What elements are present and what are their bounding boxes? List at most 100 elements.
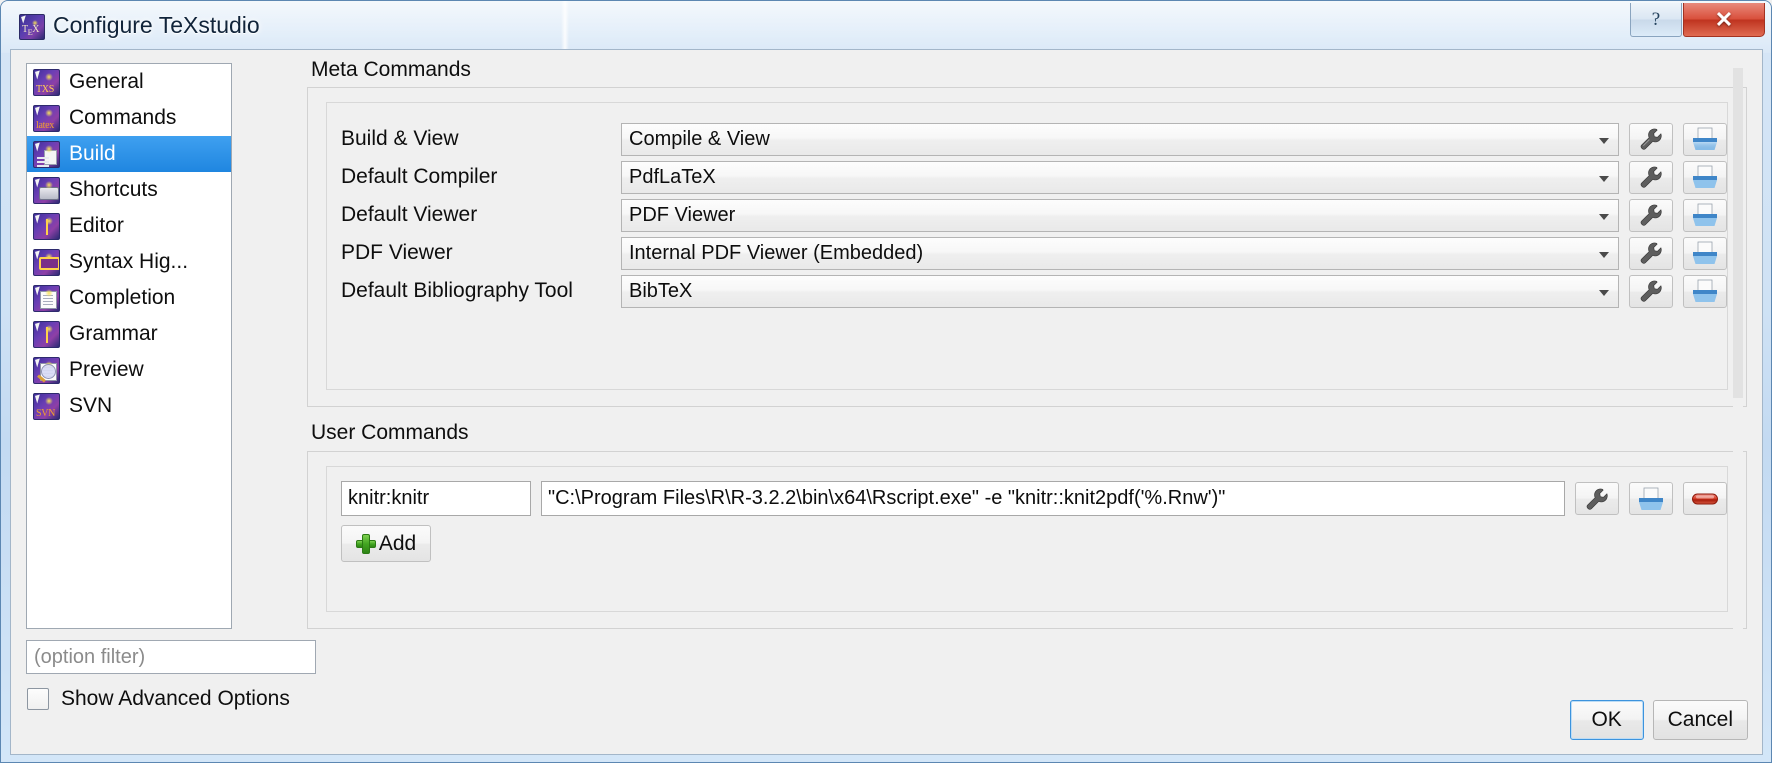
show-advanced-options-checkbox[interactable] <box>27 688 49 710</box>
tex-wordmark: TEX <box>22 24 39 38</box>
sidebar-item-label: Shortcuts <box>69 178 158 201</box>
sidebar-item-syntax-highlighting[interactable]: Syntax Hig... <box>27 244 231 280</box>
archive-icon <box>1693 127 1717 150</box>
user-commands-inner: Add <box>326 466 1728 612</box>
meta-row-pdf-viewer: PDF Viewer Internal PDF Viewer (Embedded… <box>327 234 1727 272</box>
meta-commands-inner: Build & View Compile & View Default Comp… <box>326 102 1728 390</box>
option-filter-input[interactable] <box>26 640 316 674</box>
archive-icon <box>1693 241 1717 264</box>
window-title: Configure TeXstudio <box>53 12 260 38</box>
user-command-remove-button[interactable] <box>1683 482 1727 515</box>
preview-icon <box>33 356 60 384</box>
sidebar-item-preview[interactable]: Preview <box>27 352 231 388</box>
add-button-label: Add <box>378 531 417 555</box>
cancel-button[interactable]: Cancel <box>1652 700 1748 740</box>
sidebar-item-label: Preview <box>69 358 144 381</box>
chevron-down-icon <box>1599 289 1609 296</box>
syntax-highlighting-icon <box>33 248 60 276</box>
sidebar-item-label: General <box>69 70 144 93</box>
completion-icon <box>33 284 60 312</box>
default-viewer-configure-button[interactable] <box>1629 198 1673 232</box>
meta-row-default-viewer: Default Viewer PDF Viewer <box>327 196 1727 234</box>
user-command-command-input[interactable] <box>541 481 1565 516</box>
meta-commands-group: Build & View Compile & View Default Comp… <box>307 87 1747 407</box>
commands-icon-badge: latex <box>36 119 54 131</box>
help-button[interactable]: ? <box>1630 3 1682 37</box>
default-bibliography-tool-archive-button[interactable] <box>1683 274 1727 308</box>
settings-category-list[interactable]: TXS General latex Commands Build Shortcu… <box>26 63 232 629</box>
pdf-viewer-combo[interactable]: Internal PDF Viewer (Embedded) <box>621 236 1619 270</box>
sidebar-item-grammar[interactable]: Grammar <box>27 316 231 352</box>
dialog-footer: OK Cancel <box>1569 700 1748 740</box>
build-and-view-archive-button[interactable] <box>1683 122 1727 156</box>
add-user-command-button[interactable]: Add <box>341 525 431 562</box>
archive-icon <box>1693 203 1717 226</box>
sidebar-item-label: Syntax Hig... <box>69 250 189 273</box>
commands-icon: latex <box>33 104 60 132</box>
pane-scrollbar-thumb[interactable] <box>1733 68 1743 398</box>
meta-label: Build & View <box>341 127 459 150</box>
remove-icon <box>1692 493 1718 504</box>
meta-commands-title: Meta Commands <box>311 58 471 81</box>
sidebar-item-commands[interactable]: latex Commands <box>27 100 231 136</box>
pdf-viewer-archive-button[interactable] <box>1683 236 1727 270</box>
build-and-view-configure-button[interactable] <box>1629 122 1673 156</box>
sidebar-item-build[interactable]: Build <box>27 136 231 172</box>
default-compiler-configure-button[interactable] <box>1629 160 1673 194</box>
titlebar: TEX Configure TeXstudio ? ✕ <box>1 1 1771 53</box>
editor-icon <box>33 212 60 240</box>
sidebar-item-shortcuts[interactable]: Shortcuts <box>27 172 231 208</box>
texstudio-icon: TEX <box>19 14 45 40</box>
default-compiler-archive-button[interactable] <box>1683 160 1727 194</box>
archive-icon <box>1693 165 1717 188</box>
dialog-client-area: TXS General latex Commands Build Shortcu… <box>10 49 1763 755</box>
pdf-viewer-configure-button[interactable] <box>1629 236 1673 270</box>
build-and-view-combo[interactable]: Compile & View <box>621 122 1619 156</box>
sidebar-item-label: Completion <box>69 286 176 309</box>
sidebar-item-label: Commands <box>69 106 177 129</box>
close-button[interactable]: ✕ <box>1683 3 1765 37</box>
general-icon-badge: TXS <box>36 83 54 95</box>
svn-icon: SVN <box>33 392 60 420</box>
pane-scrollbar[interactable] <box>1733 68 1743 716</box>
sidebar-item-general[interactable]: TXS General <box>27 64 231 100</box>
default-viewer-combo[interactable]: PDF Viewer <box>621 198 1619 232</box>
cursor-arrow-shape <box>21 15 28 24</box>
default-viewer-archive-button[interactable] <box>1683 198 1727 232</box>
wrench-icon <box>1640 204 1662 226</box>
meta-row-default-compiler: Default Compiler PdfLaTeX <box>327 158 1727 196</box>
grammar-icon <box>33 320 60 348</box>
show-advanced-options-label: Show Advanced Options <box>61 687 290 710</box>
wrench-icon <box>1640 128 1662 150</box>
chevron-down-icon <box>1599 137 1609 144</box>
settings-pane: Meta Commands Build & View Compile & Vie… <box>307 58 1747 718</box>
meta-label: Default Bibliography Tool <box>341 279 573 302</box>
general-icon: TXS <box>33 68 60 96</box>
meta-label: Default Viewer <box>341 203 478 226</box>
wrench-icon <box>1640 166 1662 188</box>
meta-label: Default Compiler <box>341 165 498 188</box>
show-advanced-options-row[interactable]: Show Advanced Options <box>27 687 290 711</box>
user-command-configure-button[interactable] <box>1575 482 1619 515</box>
sidebar-item-label: Editor <box>69 214 124 237</box>
sidebar-item-completion[interactable]: Completion <box>27 280 231 316</box>
user-command-name-input[interactable] <box>341 481 531 516</box>
combo-value: Internal PDF Viewer (Embedded) <box>629 241 924 264</box>
default-bibliography-tool-configure-button[interactable] <box>1629 274 1673 308</box>
sidebar-item-label: Grammar <box>69 322 158 345</box>
shortcuts-icon <box>33 176 60 204</box>
sidebar-item-svn[interactable]: SVN SVN <box>27 388 231 424</box>
meta-label: PDF Viewer <box>341 241 453 264</box>
chevron-down-icon <box>1599 175 1609 182</box>
ok-button[interactable]: OK <box>1569 700 1644 740</box>
combo-value: PDF Viewer <box>629 203 736 226</box>
archive-icon <box>1693 279 1717 302</box>
user-command-archive-button[interactable] <box>1629 482 1673 515</box>
default-bibliography-tool-combo[interactable]: BibTeX <box>621 274 1619 308</box>
configure-texstudio-dialog: TEX Configure TeXstudio ? ✕ TXS General <box>0 0 1772 763</box>
svn-icon-badge: SVN <box>36 407 56 419</box>
user-commands-group: Add <box>307 451 1747 629</box>
sidebar-item-editor[interactable]: Editor <box>27 208 231 244</box>
combo-value: Compile & View <box>629 127 770 150</box>
default-compiler-combo[interactable]: PdfLaTeX <box>621 160 1619 194</box>
